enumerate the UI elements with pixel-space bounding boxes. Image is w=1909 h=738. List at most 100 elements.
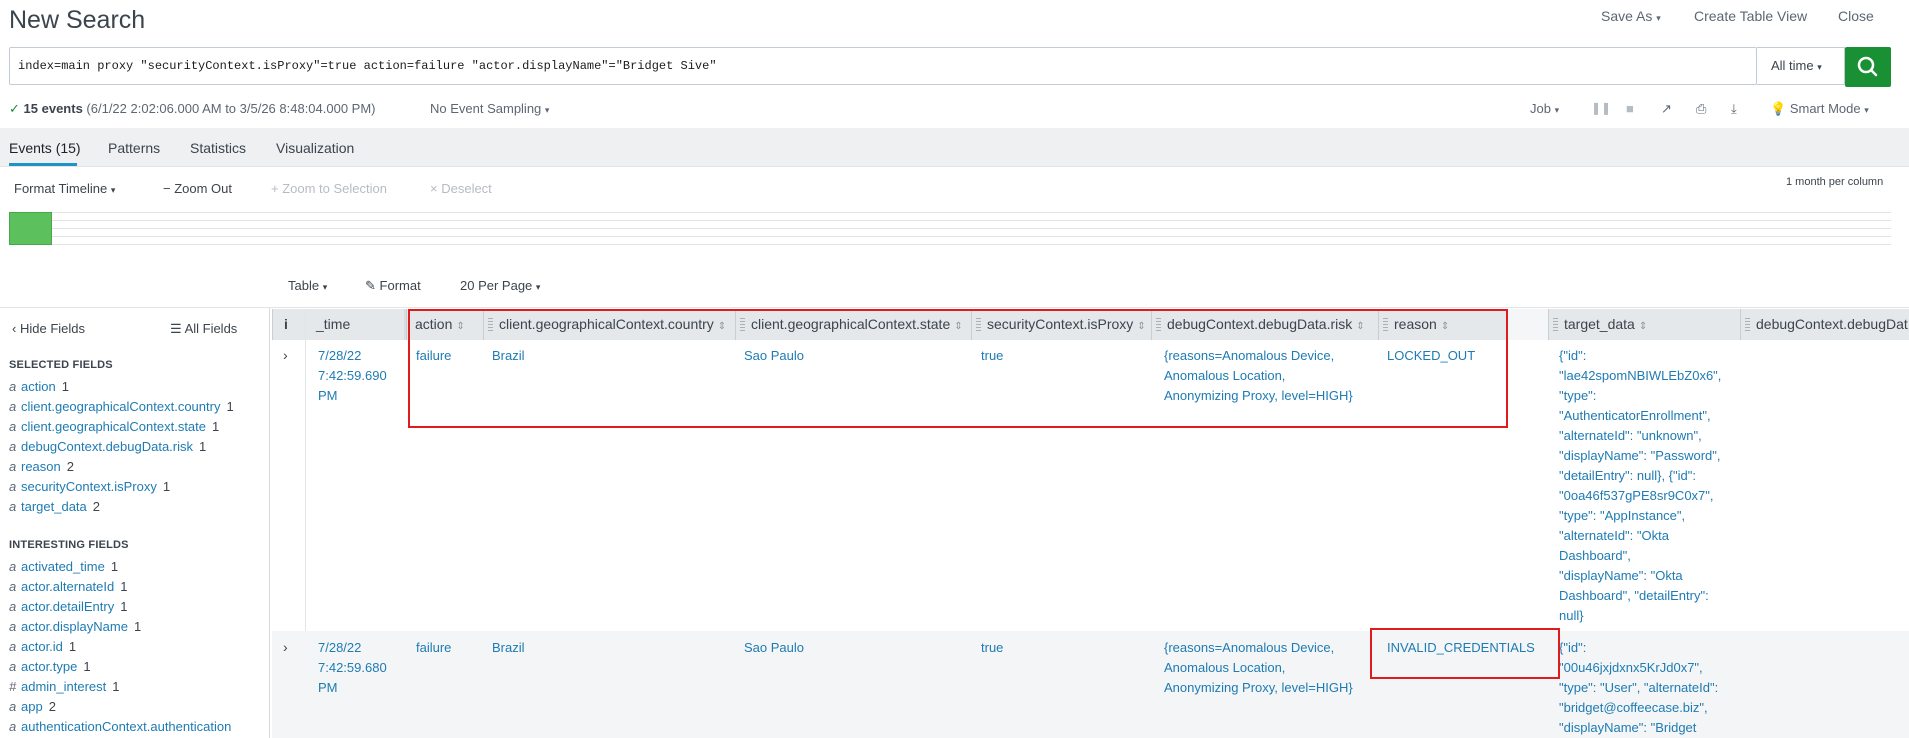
tab-statistics[interactable]: Statistics xyxy=(190,140,246,156)
field-name: actor.alternateId xyxy=(21,579,115,594)
field-item[interactable]: a authenticationContext.authentication xyxy=(9,719,237,734)
page-title: New Search xyxy=(9,6,146,34)
format-button[interactable]: ✎ Format xyxy=(365,278,421,294)
tab-visualization[interactable]: Visualization xyxy=(276,140,354,156)
field-item[interactable]: a activated_time 1 xyxy=(9,559,118,574)
expand-row-chevron-icon[interactable]: › xyxy=(283,347,288,363)
field-name: actor.id xyxy=(21,639,63,654)
field-item[interactable]: a target_data 2 xyxy=(9,499,100,514)
search-query-text[interactable]: index=main proxy "securityContext.isProx… xyxy=(18,59,717,73)
chevron-left-icon: ‹ xyxy=(12,321,17,336)
timeline-gridline xyxy=(52,220,1891,221)
deselect-button[interactable]: × Deselect xyxy=(430,181,492,196)
hide-fields-button[interactable]: ‹ Hide Fields xyxy=(12,321,85,336)
field-item[interactable]: a debugContext.debugData.risk 1 xyxy=(9,439,206,454)
timeline-gridline xyxy=(52,228,1891,229)
field-item[interactable]: a securityContext.isProxy 1 xyxy=(9,479,170,494)
caret-down-icon: ▾ xyxy=(1864,105,1869,115)
field-type: # xyxy=(9,679,17,694)
field-name: securityContext.isProxy xyxy=(21,479,157,494)
field-item[interactable]: a client.geographicalContext.state 1 xyxy=(9,419,219,434)
divider xyxy=(0,307,1909,308)
expand-row-chevron-icon[interactable]: › xyxy=(283,639,288,655)
column-header-debug[interactable]: debugContext.debugDat xyxy=(1740,309,1909,340)
share-icon[interactable]: ↗ xyxy=(1661,101,1672,117)
cell-state[interactable]: Sao Paulo xyxy=(744,638,804,658)
target-line: "alternateId": "Okta xyxy=(1559,528,1669,543)
cell-action[interactable]: failure xyxy=(416,638,451,658)
search-icon xyxy=(1857,56,1878,77)
target-line: "displayName": "Okta xyxy=(1559,568,1683,583)
field-count: 1 xyxy=(110,559,119,574)
column-header-time[interactable]: _time xyxy=(305,309,404,340)
format-timeline-menu[interactable]: Format Timeline ▾ xyxy=(14,181,115,196)
field-item[interactable]: a app 2 xyxy=(9,699,56,714)
format-label: Format xyxy=(379,278,421,293)
deselect-label: Deselect xyxy=(441,181,492,196)
target-line: "type": xyxy=(1559,388,1597,403)
timeline-bar[interactable] xyxy=(9,212,52,245)
create-table-view-link[interactable]: Create Table View xyxy=(1694,8,1807,24)
selected-fields-heading: SELECTED FIELDS xyxy=(9,359,113,371)
save-as-menu[interactable]: Save As ▾ xyxy=(1601,8,1661,24)
row-time[interactable]: 7/28/22 7:42:59.680 PM xyxy=(318,638,403,698)
caret-down-icon: ▾ xyxy=(322,282,328,292)
field-type: a xyxy=(9,699,17,714)
all-fields-button[interactable]: ☰ All Fields xyxy=(170,321,237,337)
zoom-out-label: Zoom Out xyxy=(174,181,233,196)
field-item[interactable]: # admin_interest 1 xyxy=(9,679,120,694)
zoom-to-selection-button[interactable]: + Zoom to Selection xyxy=(271,181,387,196)
field-type: a xyxy=(9,459,17,474)
interesting-fields-heading: INTERESTING FIELDS xyxy=(9,539,129,551)
risk-line: {reasons=Anomalous Device, xyxy=(1164,640,1335,655)
caret-down-icon: ▾ xyxy=(1817,62,1822,72)
stop-icon[interactable]: ■ xyxy=(1626,101,1634,116)
timeline-gridline xyxy=(52,236,1891,237)
time-range-picker[interactable]: All time ▾ xyxy=(1757,47,1845,85)
field-name: actor.type xyxy=(21,659,78,674)
export-icon[interactable]: ⤓ xyxy=(1731,101,1737,117)
target-line: null} xyxy=(1559,608,1584,623)
per-page-menu[interactable]: 20 Per Page ▾ xyxy=(460,278,540,293)
search-mode-menu[interactable]: 💡 Smart Mode ▾ xyxy=(1770,101,1869,117)
cell-proxy[interactable]: true xyxy=(981,638,1003,658)
table-view-menu[interactable]: Table ▾ xyxy=(288,278,327,293)
timeline-gridline xyxy=(52,212,1891,213)
field-name: client.geographicalContext.country xyxy=(21,399,221,414)
field-type: a xyxy=(9,579,17,594)
tab-patterns[interactable]: Patterns xyxy=(108,140,160,156)
cell-target[interactable]: {"id": "lae42spomNBIWLEbZ0x6", "type": "… xyxy=(1559,346,1739,626)
cell-risk[interactable]: {reasons=Anomalous Device, Anomalous Loc… xyxy=(1164,638,1353,698)
column-header-target[interactable]: target_data ⇕ xyxy=(1548,309,1740,340)
drag-handle-icon[interactable] xyxy=(1745,318,1750,333)
field-item[interactable]: a actor.displayName 1 xyxy=(9,619,141,634)
field-item[interactable]: a actor.detailEntry 1 xyxy=(9,599,127,614)
cell-country[interactable]: Brazil xyxy=(492,638,525,658)
sort-icon[interactable]: ⇕ xyxy=(1639,321,1647,332)
job-menu[interactable]: Job ▾ xyxy=(1530,101,1559,116)
field-item[interactable]: a client.geographicalContext.country 1 xyxy=(9,399,234,414)
print-icon[interactable]: ⎙ xyxy=(1696,101,1706,117)
field-item[interactable]: a action 1 xyxy=(9,379,69,394)
search-button[interactable] xyxy=(1845,47,1891,87)
zoom-out-button[interactable]: − Zoom Out xyxy=(163,181,232,196)
field-type: a xyxy=(9,719,17,734)
pause-icon[interactable]: ❚❚ xyxy=(1591,101,1611,115)
row-time[interactable]: 7/28/22 7:42:59.690 PM xyxy=(318,346,403,406)
event-sampling-menu[interactable]: No Event Sampling ▾ xyxy=(430,101,549,116)
zoom-to-selection-label: Zoom to Selection xyxy=(282,181,387,196)
tab-events[interactable]: Events (15) xyxy=(9,140,81,156)
field-count: 2 xyxy=(48,699,56,714)
field-name: reason xyxy=(21,459,61,474)
field-item[interactable]: a actor.type 1 xyxy=(9,659,91,674)
field-item[interactable]: a actor.id 1 xyxy=(9,639,76,654)
field-item[interactable]: a actor.alternateId 1 xyxy=(9,579,127,594)
field-name: authenticationContext.authentication xyxy=(21,719,232,734)
cell-target[interactable]: {"id": "00u46jxjdxnx5KrJd0x7", "type": "… xyxy=(1559,638,1739,738)
drag-handle-icon[interactable] xyxy=(1553,318,1558,333)
close-link[interactable]: Close xyxy=(1838,8,1874,24)
field-item[interactable]: a reason 2 xyxy=(9,459,74,474)
field-count: 1 xyxy=(112,679,120,694)
field-type: a xyxy=(9,659,17,674)
divider xyxy=(0,166,1909,167)
